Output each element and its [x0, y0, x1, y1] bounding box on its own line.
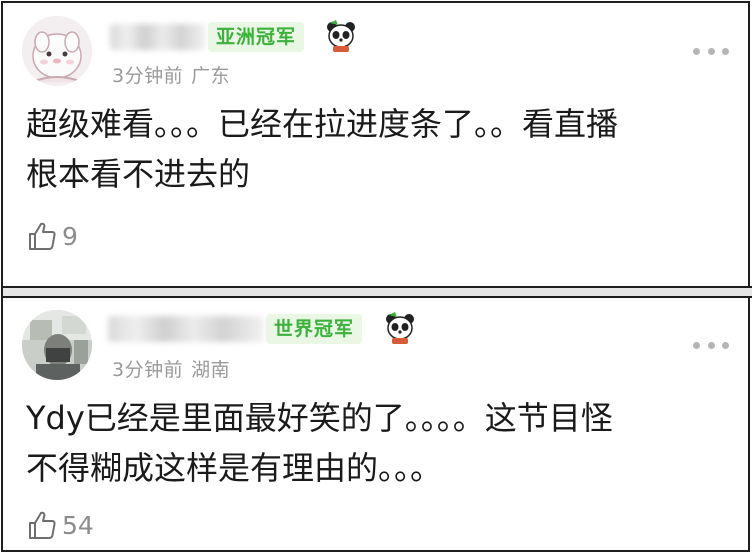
- panda-mascot-icon: [327, 20, 355, 52]
- username-blurred[interactable]: [110, 24, 206, 50]
- like-button[interactable]: 9: [26, 220, 78, 252]
- comment-meta: 3分钟前 广东: [112, 61, 230, 88]
- panda-mascot-icon: [386, 312, 414, 344]
- avatar[interactable]: [22, 16, 92, 86]
- comment-line: 不得糊成这样是有理由的。。。: [26, 449, 443, 487]
- comment-text: Ydy已经是里面最好笑的了。。。。这节目怪 不得糊成这样是有理由的。。。: [26, 393, 735, 493]
- comment-item: 世界冠军 3分钟前 湖南 Ydy已经是里面最好笑的了。。。。这节目怪 不得糊成这样…: [0, 296, 755, 551]
- comment-location: 湖南: [191, 359, 231, 381]
- rank-badge: 亚洲冠军: [208, 22, 305, 52]
- like-count: 9: [62, 221, 78, 251]
- like-button[interactable]: 54: [26, 509, 94, 541]
- comment-text: 超级难看。。。已经在拉进度条了。。看直播 根本看不进去的: [26, 99, 735, 199]
- avatar[interactable]: [22, 310, 92, 380]
- comment-time: 3分钟前: [112, 65, 184, 87]
- like-count: 54: [62, 510, 94, 540]
- thumbs-up-icon: [29, 222, 56, 250]
- username-blurred[interactable]: [108, 316, 264, 342]
- comment-item: 亚洲冠军 3分钟前 广东 超级难看。。。已经在拉进度条了。。看直播 根本看不进去的…: [0, 3, 755, 285]
- thumbs-up-icon: [29, 511, 56, 539]
- comment-location: 广东: [191, 65, 231, 87]
- comment-line: 超级难看。。。已经在拉进度条了。。看直播: [26, 105, 619, 143]
- more-dots-icon[interactable]: [693, 46, 729, 56]
- comment-line: Ydy已经是里面最好笑的了。。。。这节目怪: [26, 399, 613, 437]
- comment-time: 3分钟前: [112, 359, 184, 381]
- rank-badge: 世界冠军: [266, 314, 363, 344]
- photo-avatar-icon: [22, 310, 92, 380]
- comment-line: 根本看不进去的: [26, 155, 251, 193]
- more-dots-icon[interactable]: [693, 340, 729, 350]
- cartoon-avatar-icon: [22, 16, 92, 86]
- comment-meta: 3分钟前 湖南: [112, 355, 230, 382]
